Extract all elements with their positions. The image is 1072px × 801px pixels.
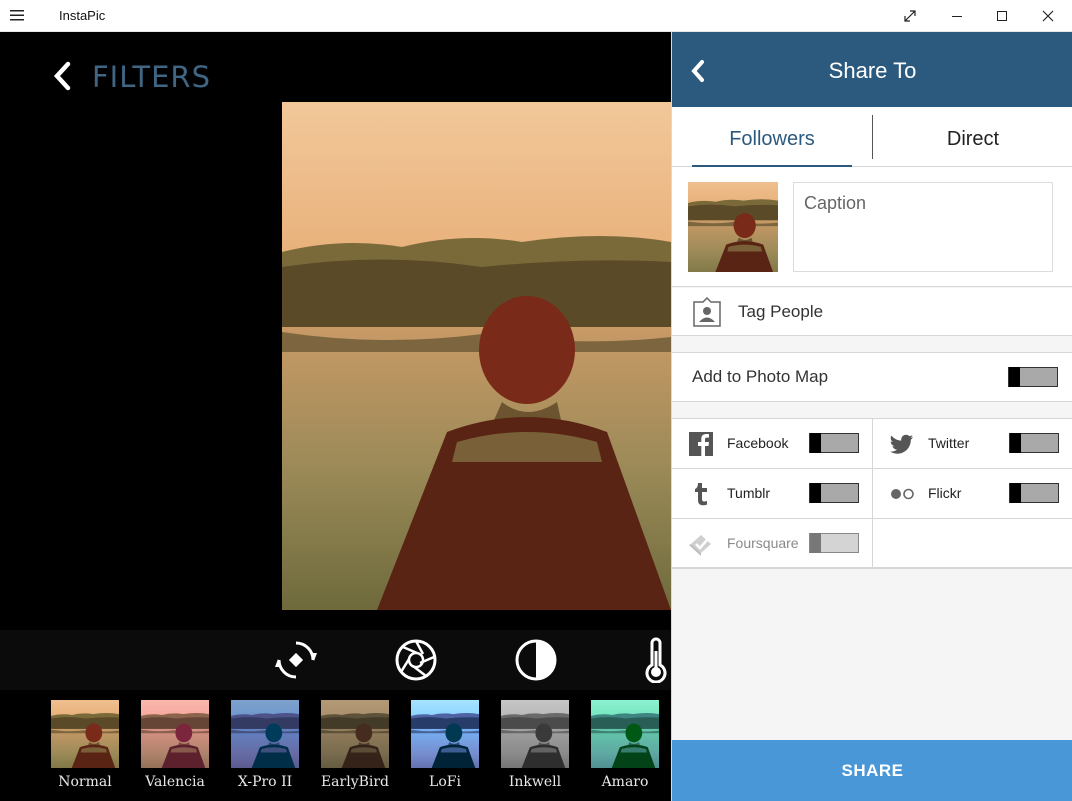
filter-strip: Normal Valencia X-Pro II EarlyBird LoFi: [0, 690, 671, 801]
share-button[interactable]: SHARE: [672, 740, 1072, 801]
filter-thumbnail: [591, 700, 659, 768]
filters-title: FILTERS: [92, 60, 211, 94]
photo-preview: [282, 102, 671, 610]
tag-person-icon: [692, 296, 722, 328]
share-tabs: Followers Direct: [672, 107, 1072, 167]
tab-followers[interactable]: Followers: [672, 107, 872, 167]
filter-item[interactable]: LoFi: [411, 700, 479, 790]
share-back-button[interactable]: [688, 58, 710, 84]
minimize-button[interactable]: [942, 4, 972, 28]
filter-item[interactable]: EarlyBird: [321, 700, 389, 790]
tag-people-label: Tag People: [738, 302, 824, 321]
app-title: InstaPic: [59, 8, 106, 23]
filter-label: Amaro: [601, 774, 649, 790]
foursquare-label: Foursquare: [727, 535, 799, 551]
photo-thumbnail: [688, 182, 778, 272]
twitter-icon: [889, 431, 915, 457]
share-panel: Share To Followers Direct Tag People Add…: [671, 32, 1072, 801]
filter-label: LoFi: [429, 774, 461, 790]
adjust-toolbar: [0, 630, 671, 690]
aperture-icon[interactable]: [393, 637, 439, 683]
tag-people-row[interactable]: Tag People: [672, 288, 1072, 336]
filter-label: EarlyBird: [320, 774, 390, 790]
temperature-icon[interactable]: [633, 637, 671, 683]
caption-input[interactable]: [793, 182, 1053, 272]
caption-row: [672, 167, 1072, 287]
filter-label: Valencia: [145, 774, 205, 790]
filter-thumbnail: [231, 700, 299, 768]
photo-map-label: Add to Photo Map: [692, 367, 829, 386]
flickr-label: Flickr: [928, 485, 962, 501]
contrast-icon[interactable]: [513, 637, 559, 683]
empty-cell: [872, 519, 1072, 569]
filter-item[interactable]: Normal: [51, 700, 119, 790]
close-icon: [1042, 10, 1054, 22]
back-button[interactable]: [48, 58, 78, 94]
facebook-icon: [688, 431, 714, 457]
filter-thumbnail: [411, 700, 479, 768]
hamburger-menu-icon[interactable]: [10, 8, 38, 26]
flickr-toggle[interactable]: [1009, 483, 1059, 503]
foursquare-icon: [688, 531, 714, 557]
chevron-left-icon: [691, 60, 704, 82]
facebook-row: Facebook: [672, 419, 872, 469]
share-header: Share To: [672, 32, 1072, 107]
facebook-toggle[interactable]: [809, 433, 859, 453]
tumblr-icon: [688, 481, 714, 507]
fullscreen-button[interactable]: [895, 4, 925, 28]
filter-item[interactable]: Inkwell: [501, 700, 569, 790]
flickr-row: Flickr: [872, 469, 1072, 519]
filter-thumbnail: [51, 700, 119, 768]
filter-thumbnail: [141, 700, 209, 768]
maximize-button[interactable]: [987, 4, 1017, 28]
tab-direct[interactable]: Direct: [873, 107, 1072, 167]
expand-icon: [904, 10, 916, 22]
tumblr-toggle[interactable]: [809, 483, 859, 503]
photo-map-toggle[interactable]: [1008, 367, 1058, 387]
social-networks: Facebook Twitter Tumblr Flickr Foursquar…: [672, 418, 1072, 569]
facebook-label: Facebook: [727, 435, 789, 451]
twitter-row: Twitter: [872, 419, 1072, 469]
minimize-icon: [952, 16, 962, 17]
filter-thumbnail: [321, 700, 389, 768]
foursquare-toggle: [809, 533, 859, 553]
rotate-icon[interactable]: [273, 637, 319, 683]
maximize-icon: [997, 11, 1007, 21]
filter-editor: FILTERS Normal Valencia X-Pro II EarlyBi…: [0, 32, 671, 801]
close-button[interactable]: [1033, 4, 1063, 28]
flickr-icon: [889, 481, 915, 507]
twitter-label: Twitter: [928, 435, 970, 451]
filter-label: Normal: [58, 774, 112, 790]
filter-thumbnail: [501, 700, 569, 768]
tumblr-row: Tumblr: [672, 469, 872, 519]
tumblr-label: Tumblr: [727, 485, 771, 501]
filter-label: X-Pro II: [237, 774, 293, 790]
twitter-toggle[interactable]: [1009, 433, 1059, 453]
filter-item[interactable]: X-Pro II: [231, 700, 299, 790]
filter-item[interactable]: Amaro: [591, 700, 659, 790]
filter-item[interactable]: Valencia: [141, 700, 209, 790]
chevron-left-icon: [53, 61, 71, 91]
filter-label: Inkwell: [508, 774, 562, 790]
foursquare-row: Foursquare: [672, 519, 872, 569]
share-title: Share To: [828, 58, 917, 83]
title-bar: InstaPic: [0, 0, 1072, 32]
photo-map-row: Add to Photo Map: [672, 352, 1072, 402]
